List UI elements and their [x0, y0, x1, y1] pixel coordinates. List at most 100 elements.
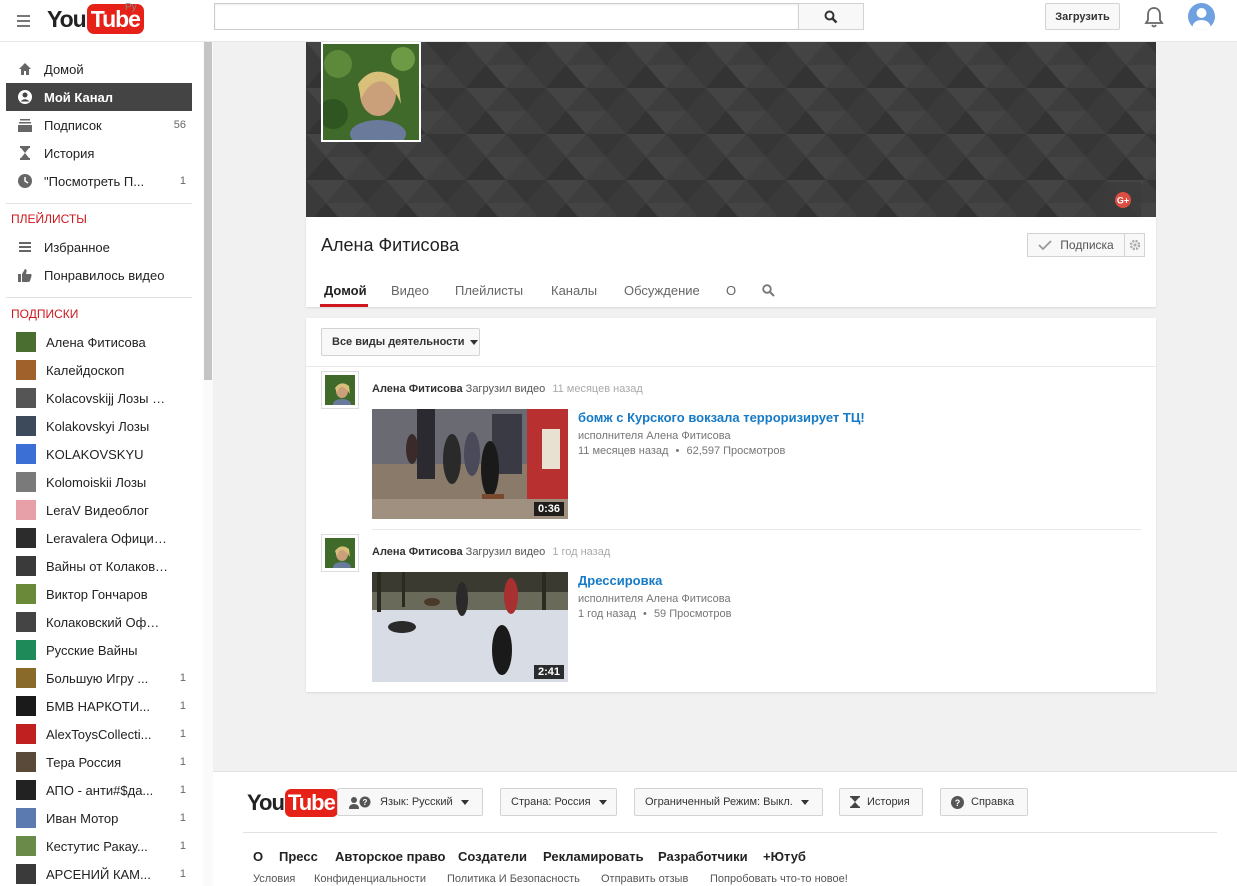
home-icon — [16, 60, 34, 78]
sidebar-item-subscriptions[interactable]: Подписок 56 — [6, 111, 192, 139]
footer-sublink-privacy[interactable]: Конфиденциальности — [314, 873, 426, 885]
sidebar-item-subscription[interactable]: Kolacovskijj Лозы Ви... — [6, 384, 192, 412]
sidebar-item-subscription[interactable]: Колаковский Оффишл — [6, 608, 192, 636]
logo-you: You — [47, 5, 87, 32]
sidebar-item-subscription[interactable]: АПО - анти#$да... 1 — [6, 776, 192, 804]
footer-logo-you: You — [247, 790, 285, 815]
sidebar-item-subscription[interactable]: Большую Игру ... 1 — [6, 664, 192, 692]
subscription-settings-gear-icon[interactable] — [1125, 233, 1145, 257]
subscriptions-heading[interactable]: ПОДПИСКИ — [11, 307, 78, 321]
sidebar-item-count: 1 — [179, 756, 186, 768]
tab-about[interactable]: О — [726, 283, 736, 298]
sidebar-item-subscription[interactable]: Kolakovskyi Лозы — [6, 412, 192, 440]
channel-title[interactable]: Алена Фитисова — [321, 235, 459, 256]
sidebar-item-count: 1 — [179, 700, 186, 712]
tab-videos[interactable]: Видео — [391, 283, 429, 298]
activity-filter-dropdown[interactable]: Все виды деятельности — [321, 328, 480, 356]
sidebar-item-history[interactable]: История — [6, 139, 192, 167]
tab-playlists[interactable]: Плейлисты — [455, 283, 523, 298]
thumbs-up-icon — [16, 266, 34, 284]
sidebar-item-subscription[interactable]: Русские Вайны — [6, 636, 192, 664]
sidebar-item-home[interactable]: Домой — [6, 55, 192, 83]
footer-youtube-logo[interactable]: You Tube — [247, 789, 338, 817]
sidebar-item-favorites[interactable]: Избранное — [6, 233, 192, 261]
footer-link-youtube-plus[interactable]: +Ютуб — [763, 849, 806, 864]
footer-sublink-policy-safety[interactable]: Политика И Безопасность — [447, 873, 580, 885]
footer-sublink-terms[interactable]: Условия — [253, 873, 295, 885]
sidebar-item-subscription[interactable]: АРСЕНИЙ КАМ... 1 — [6, 860, 192, 886]
account-avatar[interactable] — [1188, 3, 1215, 30]
sidebar-item-label: Русские Вайны — [46, 642, 138, 658]
video-duration: 2:41 — [533, 665, 564, 679]
notifications-bell-icon[interactable] — [1143, 5, 1165, 29]
footer-link-creators[interactable]: Создатели — [458, 849, 527, 864]
video-uploader[interactable]: исполнителя Алена Фитисова — [578, 430, 731, 442]
restricted-mode-button[interactable]: Ограниченный Режим: Выкл. — [634, 788, 823, 816]
sidebar-item-liked-videos[interactable]: Понравилось видео — [6, 261, 192, 289]
footer-link-developers[interactable]: Разработчики — [658, 849, 748, 864]
footer-history-button[interactable]: История — [839, 788, 923, 816]
chevron-down-icon — [598, 799, 607, 805]
entry-author-avatar[interactable] — [321, 534, 359, 572]
sidebar-item-count: 1 — [179, 728, 186, 740]
chevron-down-icon — [470, 339, 479, 345]
footer-sublink-try-new[interactable]: Попробовать что-то новое! — [710, 873, 848, 885]
google-plus-link-icon[interactable]: G+ — [1105, 182, 1141, 217]
channel-thumbnail — [16, 444, 36, 464]
tab-channels[interactable]: Каналы — [551, 283, 597, 298]
video-title[interactable]: Дрессировка — [578, 573, 662, 588]
entry-author[interactable]: Алена Фитисова — [372, 546, 463, 558]
sidebar-item-subscription[interactable]: Leravalera Официаль... — [6, 524, 192, 552]
youtube-logo[interactable]: You Tube Ру — [47, 2, 144, 35]
tab-discussion[interactable]: Обсуждение — [624, 283, 700, 298]
sidebar-guide: Домой Мой Канал Подписок 56 История "Пос… — [0, 42, 213, 886]
sidebar-item-subscription[interactable]: AlexToysCollecti... 1 — [6, 720, 192, 748]
video-title[interactable]: бомж с Курского вокзала терроризирует ТЦ… — [578, 410, 865, 425]
sidebar-item-subscription[interactable]: Кестутис Ракау... 1 — [6, 832, 192, 860]
sidebar-item-subscription[interactable]: KOLAKOVSKYU — [6, 440, 192, 468]
footer-link-about[interactable]: О — [253, 849, 263, 864]
help-button[interactable]: ? Справка — [940, 788, 1028, 816]
entry-action: Загрузил видео — [465, 383, 546, 395]
footer-link-advertise[interactable]: Рекламировать — [543, 849, 644, 864]
sidebar-item-subscription[interactable]: БМВ НАРКОТИ... 1 — [6, 692, 192, 720]
tab-home[interactable]: Домой — [324, 283, 367, 298]
sidebar-item-subscription[interactable]: LeraV Видеоблог — [6, 496, 192, 524]
footer-link-press[interactable]: Пресс — [279, 849, 318, 864]
channel-thumbnail — [16, 752, 36, 772]
country-picker-button[interactable]: Страна: Россия — [500, 788, 617, 816]
upload-button[interactable]: Загрузить — [1045, 3, 1120, 30]
video-thumbnail[interactable]: 0:36 — [372, 409, 568, 519]
sidebar-item-watch-later[interactable]: "Посмотреть П... 1 — [6, 167, 192, 195]
search-input[interactable] — [214, 3, 799, 30]
channel-thumbnail — [16, 500, 36, 520]
footer-link-copyright[interactable]: Авторское право — [335, 849, 445, 864]
sidebar-item-subscription[interactable]: Вайны от Колаковск... — [6, 552, 192, 580]
search-button[interactable] — [798, 3, 864, 30]
help-label: Справка — [971, 796, 1015, 808]
subscribe-button[interactable]: Подписка — [1027, 233, 1125, 257]
channel-thumbnail — [16, 332, 36, 352]
menu-icon[interactable] — [14, 11, 36, 31]
sidebar-item-subscription[interactable]: Виктор Гончаров — [6, 580, 192, 608]
sidebar-item-subscription[interactable]: Иван Мотор 1 — [6, 804, 192, 832]
video-uploader[interactable]: исполнителя Алена Фитисова — [578, 593, 731, 605]
channel-thumbnail — [16, 724, 36, 744]
sidebar-item-my-channel[interactable]: Мой Канал — [6, 83, 192, 111]
playlists-heading[interactable]: ПЛЕЙЛИСТЫ — [11, 212, 87, 226]
video-age: 1 год назад — [578, 608, 636, 620]
sidebar-scrollbar-thumb[interactable] — [204, 42, 212, 380]
checkmark-icon — [1038, 240, 1052, 251]
entry-author[interactable]: Алена Фитисова — [372, 383, 463, 395]
channel-banner — [306, 42, 1156, 217]
language-picker-button[interactable]: ? Язык: Русский — [337, 788, 483, 816]
footer-sublink-feedback[interactable]: Отправить отзыв — [601, 873, 688, 885]
video-thumbnail[interactable]: 2:41 — [372, 572, 568, 682]
sidebar-item-subscription[interactable]: Тера Россия 1 — [6, 748, 192, 776]
channel-avatar[interactable] — [321, 42, 421, 142]
sidebar-item-subscription[interactable]: Калейдоскоп — [6, 356, 192, 384]
entry-author-avatar[interactable] — [321, 371, 359, 409]
sidebar-item-subscription[interactable]: Алена Фитисова — [6, 328, 192, 356]
channel-search-icon[interactable] — [762, 284, 775, 297]
sidebar-item-subscription[interactable]: Kolomoiskii Лозы — [6, 468, 192, 496]
